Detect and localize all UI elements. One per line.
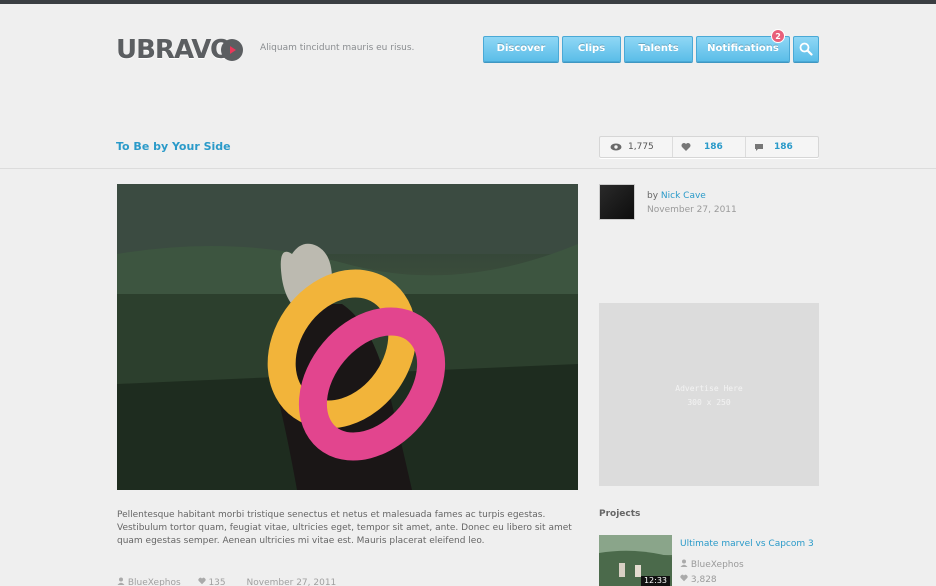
- meta-likes: 135: [208, 578, 226, 586]
- search-icon: [799, 42, 813, 56]
- eye-icon: [610, 143, 622, 151]
- video-duration: 12:33: [640, 576, 670, 586]
- comment-icon: [755, 144, 763, 151]
- section-divider: [0, 168, 936, 169]
- by-prefix: by: [647, 191, 659, 201]
- likes-count: 186: [704, 142, 723, 152]
- project-author-name[interactable]: BlueXephos: [691, 560, 744, 570]
- page-title: To Be by Your Side: [116, 140, 231, 153]
- views-count: 1,775: [628, 142, 654, 152]
- author-link[interactable]: Nick Cave: [661, 191, 706, 201]
- post-description: Pellentesque habitant morbi tristique se…: [117, 510, 572, 546]
- heart-icon: [680, 574, 688, 582]
- project-title[interactable]: Ultimate marvel vs Capcom 3: [680, 539, 814, 549]
- stat-divider: [672, 137, 673, 157]
- nav-talents[interactable]: Talents: [624, 36, 693, 62]
- project-likes-count: 3,828: [690, 575, 717, 585]
- photo-illustration: [117, 184, 578, 490]
- ad-line-1: Advertise Here: [675, 384, 743, 393]
- post-meta: BlueXephos 135 November 27, 2011: [117, 577, 342, 586]
- ad-line-2: 300 x 250: [687, 398, 731, 407]
- author-avatar[interactable]: [599, 184, 635, 220]
- comments-count: 186: [774, 142, 793, 152]
- meta-date: November 27, 2011: [246, 578, 337, 586]
- projects-heading: Projects: [599, 509, 641, 519]
- heart-icon: [197, 577, 206, 585]
- play-icon: [221, 39, 243, 61]
- logo-text: UBRAVO: [116, 35, 232, 65]
- post-date: November 27, 2011: [647, 205, 737, 215]
- nav-discover[interactable]: Discover: [483, 36, 559, 62]
- project-likes: 3,828: [680, 574, 717, 585]
- project-thumbnail[interactable]: 12:33: [599, 535, 672, 586]
- post-photo[interactable]: [117, 184, 578, 490]
- nav-clips[interactable]: Clips: [562, 36, 621, 62]
- notification-badge: 2: [771, 29, 785, 43]
- tagline: Aliquam tincidunt mauris eu risus.: [260, 43, 415, 53]
- user-icon: [680, 559, 688, 567]
- ad-placeholder[interactable]: Advertise Here 300 x 250: [599, 303, 819, 486]
- top-bar: [0, 0, 936, 4]
- project-author: BlueXephos: [680, 559, 744, 570]
- stat-divider: [745, 137, 746, 157]
- meta-user[interactable]: BlueXephos: [128, 578, 181, 586]
- stats-bar: 1,775 186 186: [599, 136, 819, 158]
- user-icon: [117, 577, 125, 585]
- heart-icon: [681, 143, 691, 151]
- author-byline: by Nick Cave: [647, 191, 706, 201]
- search-button[interactable]: [793, 36, 819, 62]
